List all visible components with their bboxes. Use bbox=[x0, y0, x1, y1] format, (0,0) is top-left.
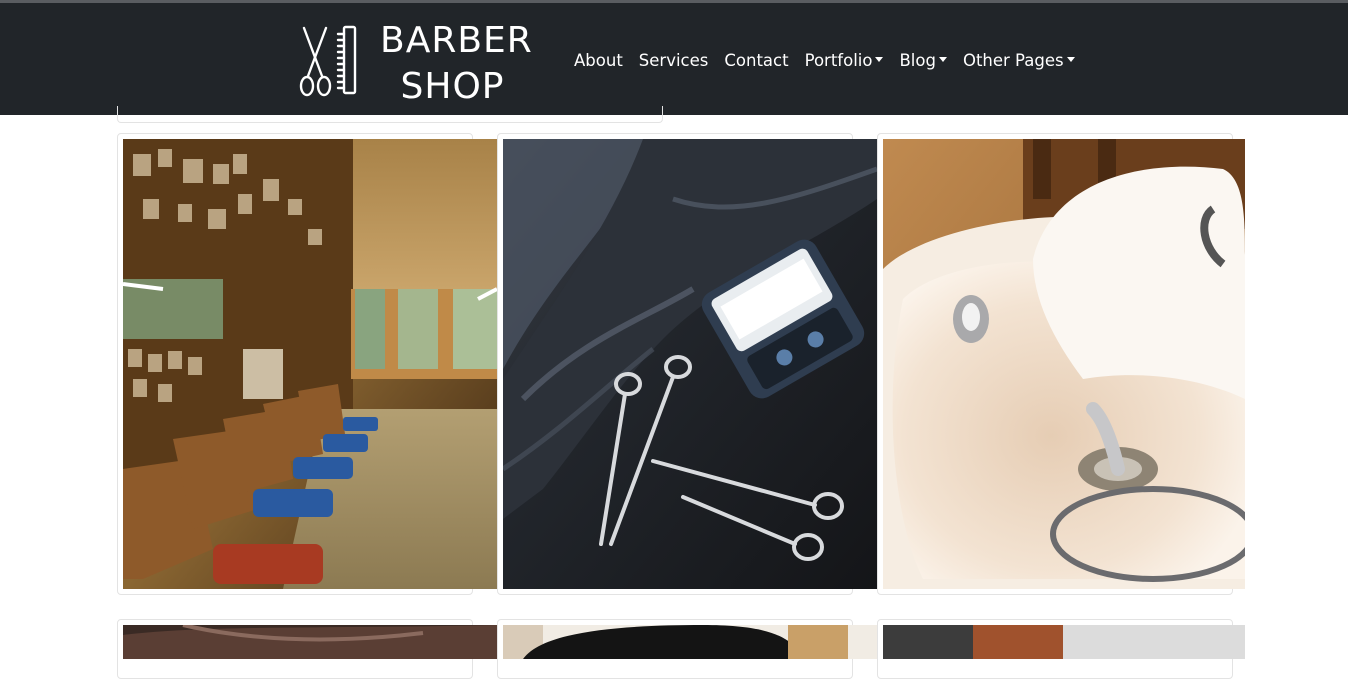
caret-down-icon bbox=[875, 57, 884, 62]
hat-photo[interactable] bbox=[503, 625, 877, 659]
nav-contact-label: Contact bbox=[724, 51, 789, 70]
barber-photo[interactable] bbox=[123, 625, 497, 659]
nav-portfolio-dropdown[interactable]: Portfolio bbox=[797, 44, 892, 78]
nav-other-pages-label: Other Pages bbox=[962, 51, 1064, 70]
nav-other-pages-dropdown[interactable]: Other Pages bbox=[955, 44, 1083, 78]
nav-services[interactable]: Services bbox=[631, 44, 717, 78]
nav-portfolio-label: Portfolio bbox=[804, 51, 873, 70]
brand-line-1: BARBER bbox=[380, 20, 533, 61]
scissors-and-receipt-printer-photo[interactable] bbox=[503, 139, 877, 589]
shampoo-sink-photo[interactable] bbox=[883, 139, 1245, 589]
nav-blog-label: Blog bbox=[899, 51, 936, 70]
barbershop-interior-photo[interactable] bbox=[123, 139, 497, 589]
brand-logo[interactable]: BARBER SHOP bbox=[298, 20, 532, 107]
brand-name: BARBER SHOP bbox=[380, 20, 533, 108]
nav-blog-dropdown[interactable]: Blog bbox=[891, 44, 954, 78]
main-nav: About Services Contact Portfolio Blog Ot… bbox=[566, 44, 1083, 78]
nav-services-label: Services bbox=[638, 51, 709, 70]
brand-line-2: SHOP bbox=[400, 66, 505, 107]
caret-down-icon bbox=[938, 57, 947, 62]
salon-photo[interactable] bbox=[883, 625, 1245, 659]
card-fragment bbox=[117, 106, 663, 123]
navbar: BARBER SHOP About Services Contact Portf… bbox=[0, 3, 1348, 115]
caret-down-icon bbox=[1066, 57, 1075, 62]
nav-about-label: About bbox=[574, 51, 623, 70]
nav-contact[interactable]: Contact bbox=[716, 44, 796, 78]
scissors-comb-icon bbox=[299, 25, 357, 97]
nav-about[interactable]: About bbox=[566, 44, 631, 78]
